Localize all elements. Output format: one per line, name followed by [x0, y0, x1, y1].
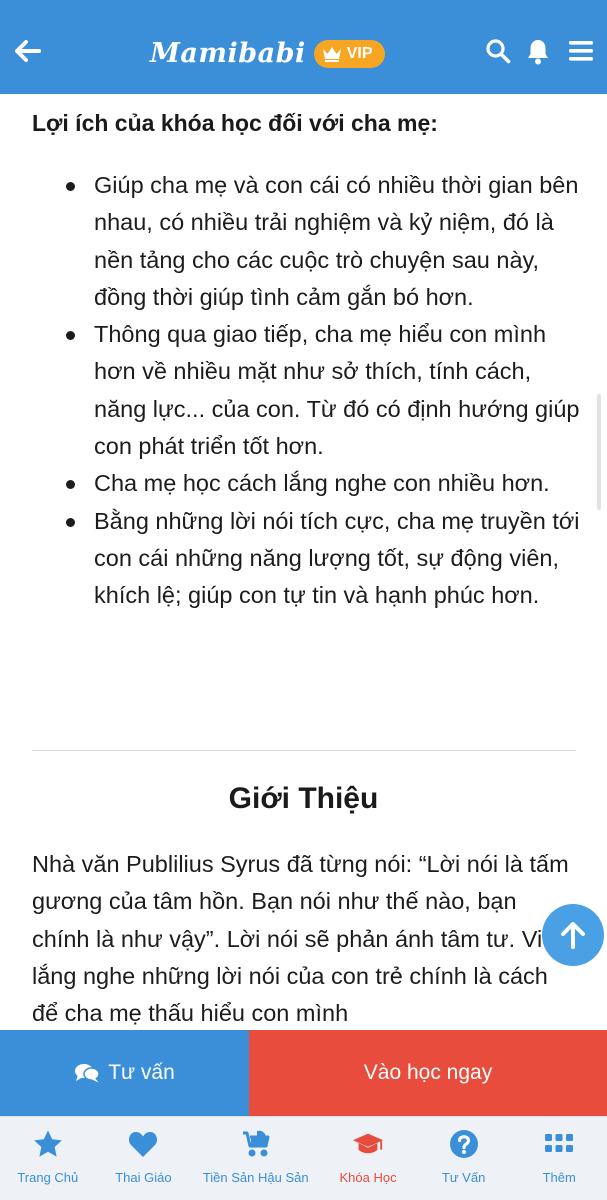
- bell-icon: [528, 39, 548, 64]
- arrow-up-icon: [561, 922, 585, 949]
- brand-name: Mamibabi: [150, 38, 306, 69]
- graduation-cap-icon: [351, 1127, 385, 1161]
- benefit-item: Giúp cha mẹ và con cái có nhiều thời gia…: [32, 167, 580, 316]
- benefits-list: Giúp cha mẹ và con cái có nhiều thời gia…: [32, 167, 580, 615]
- advise-button[interactable]: Tư vấn: [0, 1030, 249, 1116]
- question-icon: [447, 1127, 481, 1161]
- search-icon: [486, 39, 511, 64]
- search-button[interactable]: [483, 36, 513, 66]
- vip-badge[interactable]: VIP: [313, 39, 385, 68]
- chat-bubbles-icon: [75, 1064, 100, 1083]
- brand-logo[interactable]: Mamibabi VIP: [150, 38, 385, 69]
- benefit-item: Bằng những lời nói tích cực, cha mẹ truy…: [32, 503, 580, 615]
- nav-label: Tư Vấn: [441, 1170, 486, 1185]
- star-icon: [31, 1127, 65, 1161]
- benefit-item: Thông qua giao tiếp, cha mẹ hiểu con mìn…: [32, 316, 580, 465]
- nav-label: Thai Giáo: [115, 1170, 172, 1185]
- intro-text: Nhà văn Publilius Syrus đã từng nói: “Lờ…: [32, 851, 569, 1027]
- notifications-button[interactable]: [523, 36, 553, 66]
- start-learning-label: Vào học ngay: [363, 1061, 493, 1084]
- intro-heading: Giới Thiệu: [228, 782, 379, 815]
- action-bar: Tư vấn Vào học ngay: [0, 1030, 607, 1116]
- start-learning-button[interactable]: Vào học ngay: [249, 1030, 607, 1116]
- nav-item-advice[interactable]: Tư Vấn: [416, 1117, 512, 1200]
- advise-label: Tư vấn: [108, 1061, 175, 1084]
- nav-item-courses[interactable]: Khóa Học: [320, 1117, 416, 1200]
- nav-item-prenatal-education[interactable]: Thai Giáo: [96, 1117, 192, 1200]
- stroller-icon: [239, 1127, 273, 1161]
- nav-item-pre-postnatal[interactable]: Tiền Sản Hậu Sản: [191, 1117, 320, 1200]
- nav-label: Trang Chủ: [17, 1170, 79, 1185]
- bottom-navigation: Trang Chủ Thai Giáo Tiền Sản Hậu Sản Khó…: [0, 1116, 607, 1200]
- benefit-item: Cha mẹ học cách lắng nghe con nhiều hơn.: [32, 465, 580, 502]
- heart-icon: [126, 1127, 160, 1161]
- section-divider: [32, 750, 576, 751]
- scrollbar-thumb[interactable]: [597, 394, 601, 510]
- nav-label: Khóa Học: [339, 1170, 397, 1185]
- nav-item-home[interactable]: Trang Chủ: [0, 1117, 96, 1200]
- course-content[interactable]: Lợi ích của khóa học đối với cha mẹ: Giú…: [0, 94, 607, 1030]
- back-button[interactable]: [10, 34, 44, 68]
- back-arrow-icon: [15, 40, 41, 62]
- benefits-title: Lợi ích của khóa học đối với cha mẹ:: [32, 110, 438, 136]
- nav-item-more[interactable]: Thêm: [511, 1117, 607, 1200]
- crown-icon: [322, 46, 341, 62]
- nav-label: Tiền Sản Hậu Sản: [202, 1170, 309, 1185]
- menu-button[interactable]: [566, 36, 596, 66]
- vip-label: VIP: [346, 44, 373, 62]
- nav-label: Thêm: [542, 1170, 576, 1185]
- top-app-bar: Mamibabi VIP: [0, 0, 607, 94]
- grid-icon: [542, 1127, 576, 1161]
- scroll-to-top-button[interactable]: [542, 904, 604, 966]
- menu-icon: [569, 41, 593, 61]
